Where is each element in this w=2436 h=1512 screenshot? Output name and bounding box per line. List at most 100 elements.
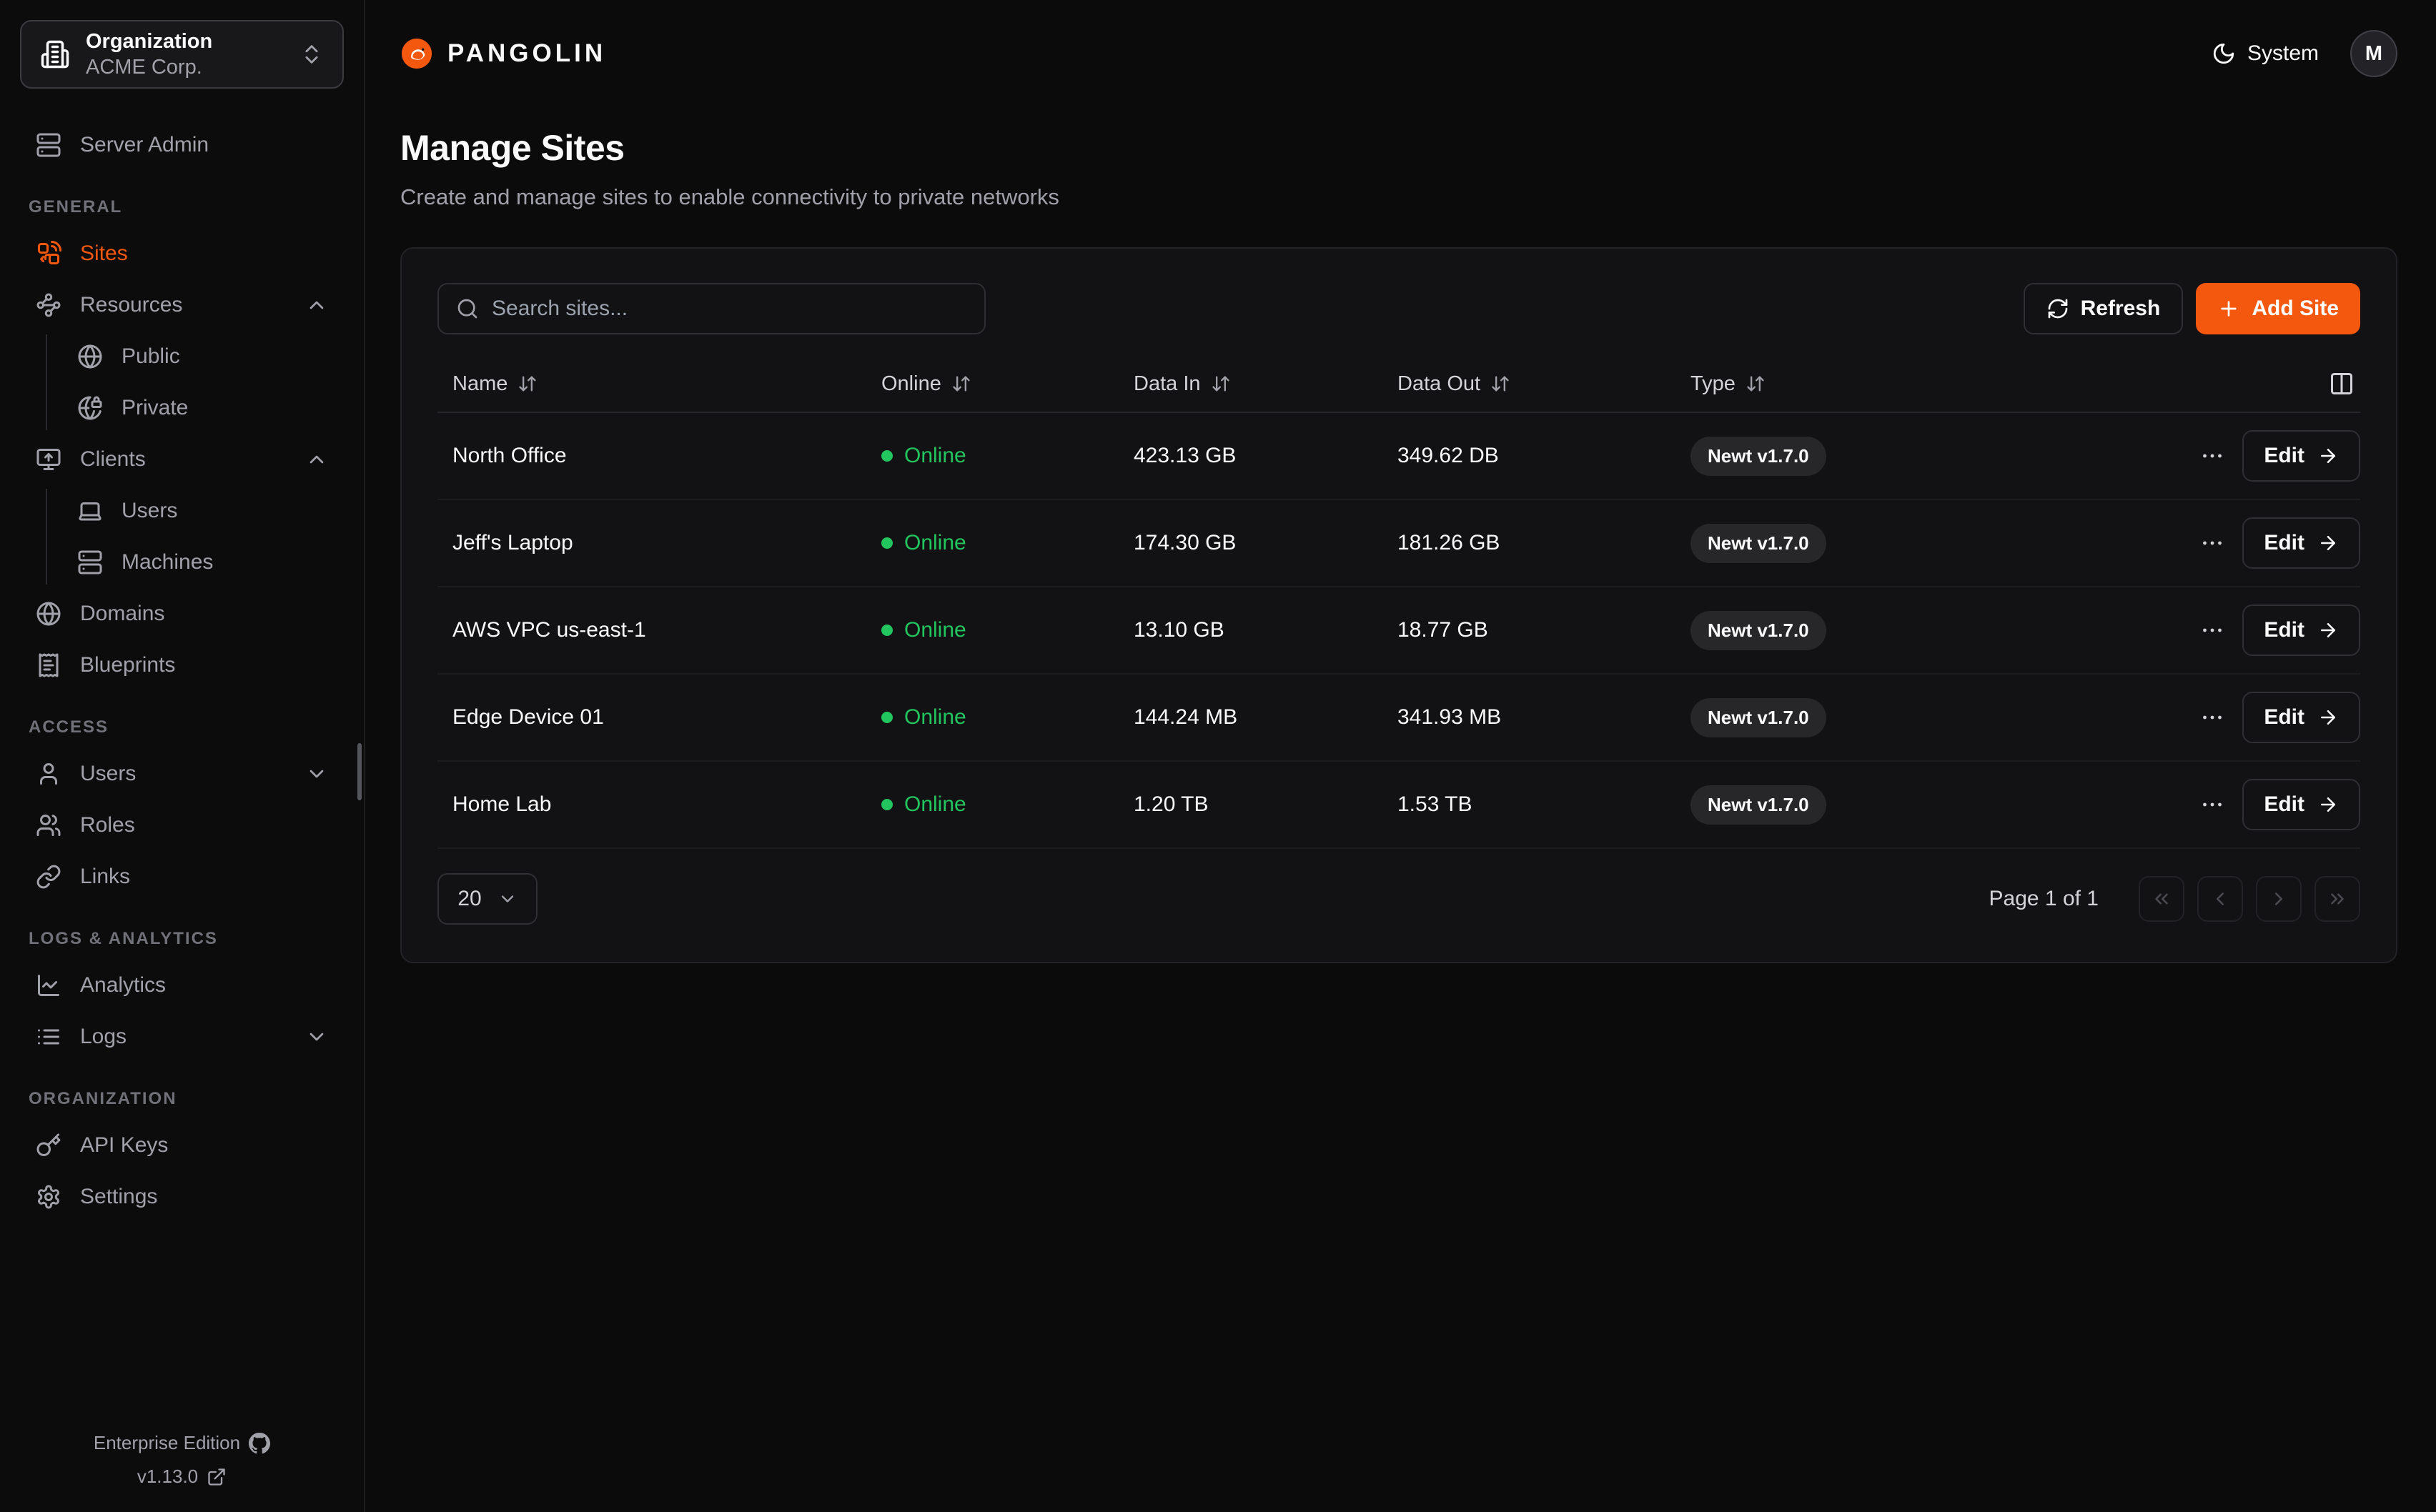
organization-label: Organization (86, 29, 284, 54)
sidebar-item-sites[interactable]: Sites (20, 232, 344, 276)
refresh-button[interactable]: Refresh (2024, 283, 2184, 334)
site-status: Online (866, 444, 1119, 468)
sidebar-item-label: Blueprints (80, 653, 328, 677)
list-icon (36, 1024, 61, 1050)
search-input[interactable] (492, 297, 967, 321)
row-menu-button[interactable] (2199, 787, 2225, 822)
column-header-online[interactable]: Online (866, 372, 1119, 396)
sidebar-item-resources[interactable]: Resources (20, 283, 344, 327)
row-menu-button[interactable] (2199, 439, 2225, 473)
column-header-type[interactable]: Type (1675, 372, 2146, 396)
chevron-up-icon (305, 448, 328, 471)
sidebar-item-server-admin[interactable]: Server Admin (20, 123, 344, 167)
sidebar-item-client-users[interactable]: Users (69, 489, 344, 533)
chevrons-up-down-icon (299, 42, 324, 66)
site-data-in: 1.20 TB (1119, 792, 1382, 817)
waypoints-icon (36, 292, 61, 318)
page-size-select[interactable]: 20 (437, 873, 538, 925)
site-status: Online (866, 618, 1119, 642)
site-data-in: 423.13 GB (1119, 444, 1382, 468)
link-icon (36, 864, 61, 890)
chevrons-right-icon (2327, 888, 2348, 910)
sidebar-item-api-keys[interactable]: API Keys (20, 1123, 344, 1168)
sidebar-item-analytics[interactable]: Analytics (20, 963, 344, 1008)
edit-button[interactable]: Edit (2242, 430, 2360, 482)
site-status: Online (866, 705, 1119, 730)
laptop-icon (77, 498, 103, 524)
column-header-data-out[interactable]: Data Out (1382, 372, 1675, 396)
edit-button[interactable]: Edit (2242, 779, 2360, 830)
search-box[interactable] (437, 283, 986, 334)
row-menu-button[interactable] (2199, 613, 2225, 647)
arrow-right-icon (2317, 620, 2339, 641)
sidebar-item-label: Logs (80, 1025, 287, 1049)
sidebar-item-domains[interactable]: Domains (20, 592, 344, 636)
column-visibility-button[interactable] (2329, 371, 2355, 397)
sidebar-item-users[interactable]: Users (20, 752, 344, 796)
row-actions: Edit (2146, 517, 2360, 569)
toolbar-buttons: Refresh Add Site (2024, 283, 2360, 334)
first-page-button[interactable] (2139, 876, 2184, 922)
column-header-name[interactable]: Name (437, 372, 866, 396)
sidebar-item-machines[interactable]: Machines (69, 540, 344, 585)
site-data-out: 1.53 TB (1382, 792, 1675, 817)
sidebar-item-public[interactable]: Public (69, 334, 344, 379)
sidebar-item-clients[interactable]: Clients (20, 437, 344, 482)
sidebar-item-label: Analytics (80, 973, 328, 998)
site-type: Newt v1.7.0 (1675, 698, 2146, 737)
sidebar-item-settings[interactable]: Settings (20, 1175, 344, 1219)
sidebar-item-roles[interactable]: Roles (20, 803, 344, 847)
server-icon (36, 132, 61, 158)
site-data-out: 18.77 GB (1382, 618, 1675, 642)
online-dot-icon (881, 537, 893, 549)
table-row: Jeff's Laptop Online 174.30 GB 181.26 GB… (437, 500, 2360, 587)
pagination-right: Page 1 of 1 (1989, 876, 2360, 922)
table-row: Home Lab Online 1.20 TB 1.53 TB Newt v1.… (437, 762, 2360, 849)
github-icon[interactable] (249, 1433, 270, 1454)
version-row[interactable]: v1.13.0 (0, 1466, 364, 1488)
pangolin-logo-icon (400, 37, 433, 70)
organization-switcher[interactable]: Organization ACME Corp. (20, 20, 344, 89)
theme-toggle[interactable]: System (2212, 41, 2319, 66)
server-icon (77, 549, 103, 575)
edit-button[interactable]: Edit (2242, 692, 2360, 743)
sidebar-item-logs[interactable]: Logs (20, 1015, 344, 1059)
sidebar-scrollbar-thumb[interactable] (357, 743, 362, 800)
receipt-icon (36, 652, 61, 678)
type-badge: Newt v1.7.0 (1690, 437, 1826, 476)
row-menu-button[interactable] (2199, 700, 2225, 735)
resources-subgroup: Public Private (46, 334, 344, 430)
sort-icon (1746, 374, 1766, 394)
sidebar-item-links[interactable]: Links (20, 855, 344, 899)
sidebar-item-blueprints[interactable]: Blueprints (20, 643, 344, 687)
pagination-buttons (2139, 876, 2360, 922)
sites-card: Refresh Add Site Name Online Data In (400, 247, 2397, 963)
chevrons-left-icon (2151, 888, 2172, 910)
site-data-in: 174.30 GB (1119, 531, 1382, 555)
section-label-logs-analytics: LOGS & ANALYTICS (29, 929, 344, 949)
edit-button[interactable]: Edit (2242, 517, 2360, 569)
avatar[interactable]: M (2350, 30, 2397, 77)
section-label-general: GENERAL (29, 197, 344, 217)
next-page-button[interactable] (2256, 876, 2302, 922)
sidebar-item-label: Machines (122, 550, 328, 575)
gear-icon (36, 1184, 61, 1210)
sidebar-item-label: Server Admin (80, 133, 328, 157)
edit-button[interactable]: Edit (2242, 605, 2360, 656)
add-site-label: Add Site (2252, 297, 2339, 321)
globe-lock-icon (77, 395, 103, 421)
arrow-right-icon (2317, 707, 2339, 728)
prev-page-button[interactable] (2197, 876, 2243, 922)
page-info: Page 1 of 1 (1989, 887, 2099, 911)
site-data-in: 13.10 GB (1119, 618, 1382, 642)
column-header-data-in[interactable]: Data In (1119, 372, 1382, 396)
row-actions: Edit (2146, 692, 2360, 743)
add-site-button[interactable]: Add Site (2196, 283, 2360, 334)
sidebar-item-private[interactable]: Private (69, 386, 344, 430)
brand[interactable]: PANGOLIN (400, 37, 606, 70)
table-row: Edge Device 01 Online 144.24 MB 341.93 M… (437, 675, 2360, 762)
page-head: Manage Sites Create and manage sites to … (400, 127, 2397, 210)
last-page-button[interactable] (2314, 876, 2360, 922)
users-icon (36, 812, 61, 838)
row-menu-button[interactable] (2199, 526, 2225, 560)
